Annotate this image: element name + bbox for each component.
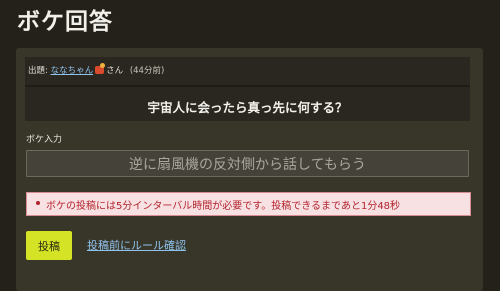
question-prefix: 出題: — [28, 66, 48, 76]
error-message: ボケの投稿には5分インターバル時間が必要です。投稿できるまであと1分48秒 — [46, 201, 401, 212]
page-title: ボケ回答 — [17, 9, 113, 35]
error-box: ボケの投稿には5分インターバル時間が必要です。投稿できるまであと1分48秒 — [26, 192, 471, 216]
question-box: 出題: ななちゃん さん (44分前) 宇宙人に会ったら真っ先に何する？ — [25, 57, 470, 121]
question-time: (44分前) — [129, 66, 165, 76]
rules-link[interactable]: 投稿前にルール確認 — [87, 237, 186, 253]
question-meta: 出題: ななちゃん さん (44分前) — [28, 63, 165, 76]
error-bullet-icon — [36, 201, 40, 205]
boke-input-label: ボケ入力 — [26, 135, 63, 145]
boke-input[interactable] — [26, 150, 469, 177]
user-name-link[interactable]: ななちゃん — [51, 66, 94, 76]
submit-button[interactable]: 投稿 — [26, 231, 72, 260]
user-honorific: さん — [106, 66, 124, 76]
boke-form-card: 出題: ななちゃん さん (44分前) 宇宙人に会ったら真っ先に何する？ ボケ入力… — [16, 48, 483, 291]
question-text: 宇宙人に会ったら真っ先に何する？ — [147, 100, 348, 115]
question-divider — [25, 85, 470, 87]
badge-icon — [95, 63, 106, 74]
